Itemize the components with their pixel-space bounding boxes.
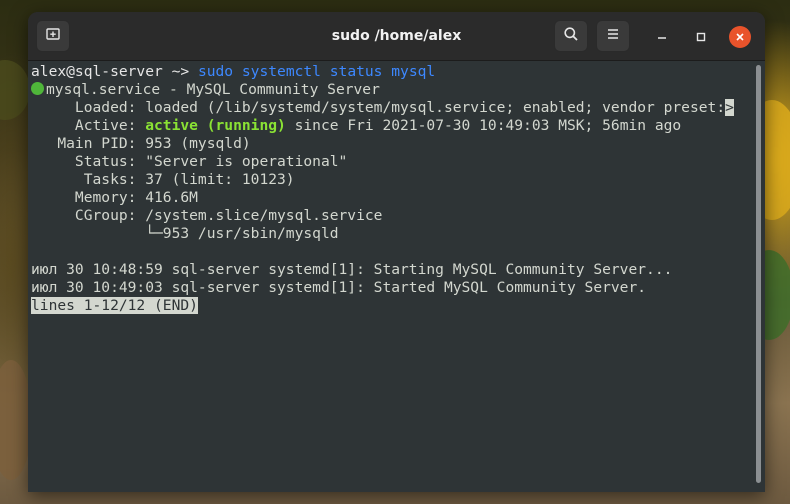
status-line: Status: "Server is operational" [31,153,348,170]
minimize-icon [656,28,668,47]
search-icon [563,26,579,46]
scrollbar[interactable] [756,65,761,483]
command-text: sudo systemctl status mysql [197,63,436,80]
maximize-icon [695,28,707,47]
cgroup-child-line: └─953 /usr/sbin/mysqld [31,225,339,242]
active-label: Active: [31,117,146,134]
log-line-1: июл 30 10:48:59 sql-server systemd[1]: S… [31,261,673,278]
memory-line: Memory: 416.6M [31,189,198,206]
close-button[interactable] [729,26,751,48]
loaded-text: Loaded: loaded (/lib/systemd/system/mysq… [31,99,726,116]
tasks-line: Tasks: 37 (limit: 10123) [31,171,295,188]
log-line-2: июл 30 10:49:03 sql-server systemd[1]: S… [31,279,647,296]
wallpaper-leaf [0,60,30,120]
prompt-path: ~> [162,63,198,80]
active-state: active (running) [145,117,286,134]
service-status-dot-icon [31,82,44,95]
main-pid-line: Main PID: 953 (mysqld) [31,135,251,152]
minimize-button[interactable] [651,26,673,48]
terminal-output[interactable]: alex@sql-server ~> sudo systemctl status… [28,61,765,492]
active-line: Active: active (running) since Fri 2021-… [31,117,681,135]
search-button[interactable] [554,20,588,52]
loaded-line: Loaded: loaded (/lib/systemd/system/mysq… [31,99,734,117]
service-line: mysql.service - MySQL Community Server [31,81,380,99]
title-bar: sudo /home/alex [28,12,765,61]
pager-status-line: lines 1-12/12 (END) [31,297,198,315]
line-truncated-marker: > [725,99,734,116]
close-icon [729,26,751,48]
service-name: mysql.service - MySQL Community Server [46,81,380,98]
cgroup-line: CGroup: /system.slice/mysql.service [31,207,383,224]
terminal-window: sudo /home/alex alex@sql-server ~> sudo … [28,12,765,492]
hamburger-menu-icon [605,26,621,46]
pager-status: lines 1-12/12 (END) [31,297,198,314]
active-since: since Fri 2021-07-30 10:49:03 MSK; 56min… [285,117,682,134]
maximize-button[interactable] [690,26,712,48]
prompt-user: alex@sql-server [31,63,163,80]
prompt-line: alex@sql-server ~> sudo systemctl status… [31,63,435,81]
menu-button[interactable] [596,20,630,52]
